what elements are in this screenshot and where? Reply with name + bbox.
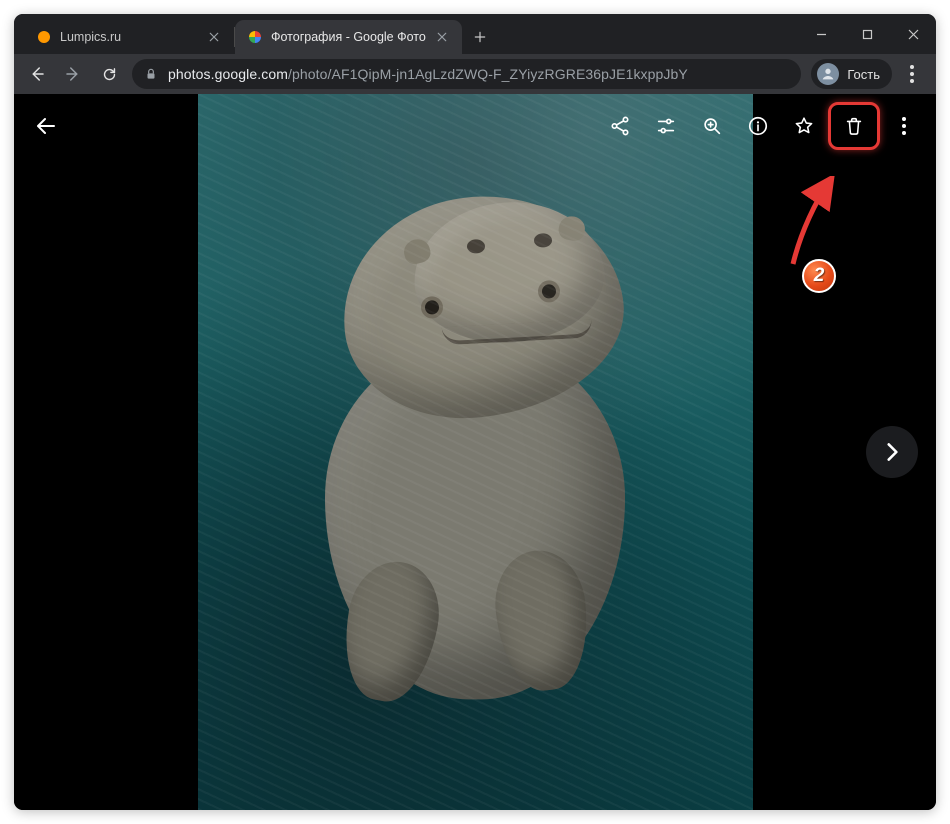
- tab-strip: Lumpics.ru Фотографи: [14, 14, 798, 54]
- tab-title: Фотография - Google Фото: [271, 30, 426, 44]
- tune-icon: [655, 115, 677, 137]
- close-icon[interactable]: [434, 31, 450, 43]
- browser-menu-button[interactable]: [894, 58, 930, 90]
- delete-button[interactable]: [828, 102, 880, 150]
- google-photos-icon: [247, 29, 263, 45]
- info-icon: [747, 115, 769, 137]
- chevron-right-icon: [879, 439, 905, 465]
- omnibox[interactable]: photos.google.com/photo/AF1QipM-jn1AgLzd…: [132, 59, 801, 89]
- url-host: photos.google.com: [168, 66, 288, 82]
- new-tab-button[interactable]: [466, 23, 494, 51]
- zoom-button[interactable]: [690, 104, 734, 148]
- url-text: photos.google.com/photo/AF1QipM-jn1AgLzd…: [168, 66, 688, 82]
- guest-avatar-icon: [817, 63, 839, 85]
- next-photo-button[interactable]: [866, 426, 918, 478]
- profile-chip[interactable]: Гость: [811, 59, 892, 89]
- screenshot-frame: Lumpics.ru Фотографи: [0, 0, 950, 824]
- minimize-button[interactable]: [798, 14, 844, 54]
- viewer-actions: [598, 102, 926, 150]
- photo-image: [198, 94, 753, 810]
- address-bar: photos.google.com/photo/AF1QipM-jn1AgLzd…: [14, 54, 936, 94]
- nav-forward-button[interactable]: [56, 58, 90, 90]
- tab-lumpics[interactable]: Lumpics.ru: [24, 20, 234, 54]
- more-options-button[interactable]: [882, 104, 926, 148]
- browser-window: Lumpics.ru Фотографи: [14, 14, 936, 810]
- photo-stage[interactable]: [14, 94, 936, 810]
- reload-button[interactable]: [92, 58, 126, 90]
- photo-subject: [265, 194, 685, 754]
- more-vert-icon: [910, 65, 914, 83]
- window-controls: [798, 14, 936, 54]
- profile-label: Гость: [847, 67, 880, 82]
- tab-google-photos[interactable]: Фотография - Google Фото: [235, 20, 462, 54]
- nav-back-button[interactable]: [20, 58, 54, 90]
- viewer-toolbar: [14, 94, 936, 158]
- info-button[interactable]: [736, 104, 780, 148]
- viewer-back-button[interactable]: [24, 104, 68, 148]
- close-icon[interactable]: [206, 31, 222, 43]
- lock-icon: [144, 67, 158, 81]
- star-outline-icon: [793, 115, 815, 137]
- share-icon: [609, 115, 631, 137]
- url-path: /photo/AF1QipM-jn1AgLzdZWQ-F_ZYiyzRGRE36…: [288, 66, 688, 82]
- more-vert-icon: [902, 117, 906, 135]
- edit-button[interactable]: [644, 104, 688, 148]
- share-button[interactable]: [598, 104, 642, 148]
- close-window-button[interactable]: [890, 14, 936, 54]
- titlebar: Lumpics.ru Фотографи: [14, 14, 936, 54]
- favorite-button[interactable]: [782, 104, 826, 148]
- trash-icon: [843, 115, 865, 137]
- maximize-button[interactable]: [844, 14, 890, 54]
- tab-title: Lumpics.ru: [60, 30, 198, 44]
- photo-viewer: 2: [14, 94, 936, 810]
- orange-dot-icon: [36, 29, 52, 45]
- zoom-in-icon: [701, 115, 723, 137]
